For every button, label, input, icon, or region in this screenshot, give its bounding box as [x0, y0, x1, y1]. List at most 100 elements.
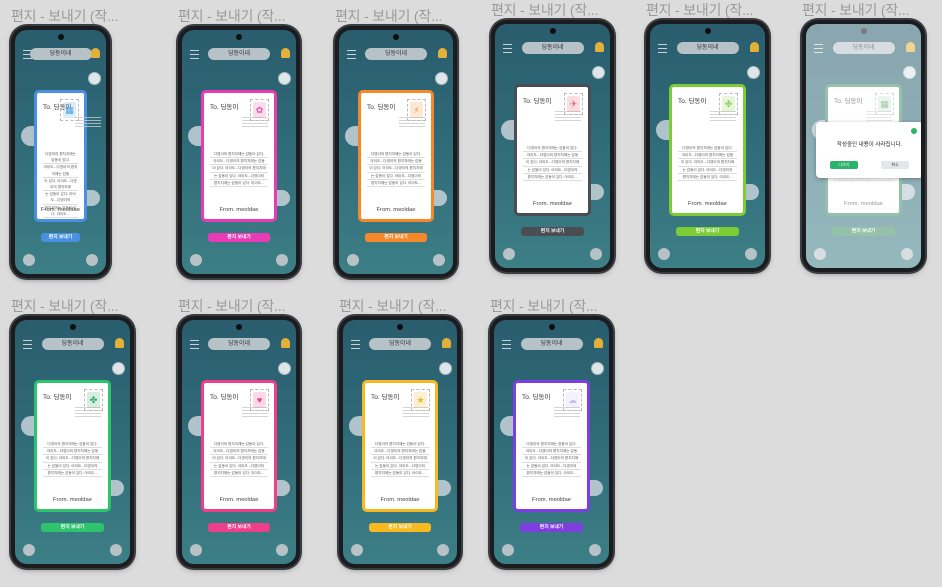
bell-icon[interactable]	[595, 42, 604, 52]
stamp-slot[interactable]: ⚡	[407, 99, 426, 121]
frame-title[interactable]: 편지 - 보내기 (작...	[491, 0, 598, 20]
send-letter-button[interactable]: 편지 보내기	[365, 233, 427, 242]
hamburger-menu-icon[interactable]	[351, 340, 360, 349]
frame-title[interactable]: 편지 - 보내기 (작...	[11, 296, 118, 316]
hamburger-menu-icon[interactable]	[502, 340, 511, 349]
artboard-frame[interactable]: 편지 - 보내기 (작... 딩동이네 To. 딩동이 ⚡ 다영이의 편지지에는…	[335, 6, 457, 288]
chat-icon[interactable]	[437, 544, 449, 556]
stamp-slot[interactable]: ★	[411, 389, 430, 411]
app-screen: 딩동이네 To. 딩동이 ⚡ 다영이의 편지지에는 감동이 있다. 아이도...다…	[339, 30, 453, 274]
artboard-frame[interactable]: 편지 - 보내기 (작... 딩동이네 To. 딩동이 ☁ 다영이의 편지지에는…	[490, 296, 613, 578]
bell-icon[interactable]	[91, 48, 100, 58]
side-action-icon[interactable]	[439, 362, 452, 375]
chat-icon[interactable]	[110, 544, 122, 556]
frame-title[interactable]: 편지 - 보내기 (작...	[178, 6, 285, 26]
frame-title[interactable]: 편지 - 보내기 (작...	[11, 6, 118, 26]
artboard-frame[interactable]: 편지 - 보내기 (작... 딩동이네 To. 딩동이 ✤ 다영이의 편지지에는…	[11, 296, 134, 578]
side-action-icon[interactable]	[278, 72, 291, 85]
book-icon[interactable]	[190, 544, 202, 556]
send-letter-button[interactable]: 편지 보내기	[41, 233, 80, 242]
side-action-icon[interactable]	[88, 72, 101, 85]
stamp-slot[interactable]: ✿	[250, 99, 269, 121]
frame-title[interactable]: 편지 - 보내기 (작...	[802, 0, 909, 20]
hamburger-menu-icon[interactable]	[503, 44, 512, 53]
bell-icon[interactable]	[442, 338, 451, 348]
frame-title[interactable]: 편지 - 보내기 (작...	[646, 0, 753, 20]
book-icon[interactable]	[351, 544, 363, 556]
side-action-icon[interactable]	[592, 66, 605, 79]
side-action-icon[interactable]	[278, 362, 291, 375]
book-icon[interactable]	[658, 248, 670, 260]
letter-body[interactable]: 다영이의 편지지에는 감동이 있다.아이도...다영이의 편지지에는 감동이 있…	[371, 441, 429, 478]
artboard-frame[interactable]: 편지 - 보내기 (작... 딩동이네 To. 딩동이 ✈ 다영이의 편지지에는…	[491, 0, 614, 282]
artboard-frame[interactable]: 편지 - 보내기 (작... 딩동이네 To. 딩동이 ▦	[11, 6, 118, 288]
frame-title[interactable]: 편지 - 보내기 (작...	[490, 296, 597, 316]
chat-icon[interactable]	[276, 254, 288, 266]
stamp-slot[interactable]: ♥	[250, 389, 269, 411]
send-letter-button[interactable]: 편지 보내기	[208, 233, 270, 242]
top-bar: 딩동이네	[182, 337, 296, 351]
letter-body[interactable]: 다영이의 편지지에는 감동이 있다.아이도...다영이의 편지지에는 감동이 있…	[522, 441, 581, 478]
letter-body[interactable]: 다영이의 편지지에는 감동이 있다.아이도...다영이의 편지지에는 감동이 있…	[523, 145, 582, 182]
chat-icon[interactable]	[86, 254, 98, 266]
frame-title[interactable]: 편지 - 보내기 (작...	[339, 296, 446, 316]
bell-icon[interactable]	[750, 42, 759, 52]
bell-icon[interactable]	[594, 338, 603, 348]
leave-button[interactable]: 나가기	[830, 161, 858, 169]
bell-icon[interactable]	[281, 48, 290, 58]
chat-icon[interactable]	[276, 544, 288, 556]
bell-icon[interactable]	[438, 48, 447, 58]
chat-icon[interactable]	[589, 544, 601, 556]
book-icon[interactable]	[190, 254, 202, 266]
side-action-icon[interactable]	[435, 72, 448, 85]
letter-line: 편지지에는 감동이 있다. 아이도...	[367, 180, 425, 188]
send-letter-button[interactable]: 편지 보내기	[41, 523, 104, 532]
letter-line: 다영이의 편지지에는 감동이 있다.	[522, 441, 581, 449]
book-icon[interactable]	[23, 544, 35, 556]
bell-icon[interactable]	[281, 338, 290, 348]
send-letter-button[interactable]: 편지 보내기	[521, 227, 584, 236]
side-action-icon[interactable]	[747, 66, 760, 79]
stamp-slot[interactable]: ☁	[563, 389, 582, 411]
stamp-slot[interactable]: ✤	[719, 93, 738, 115]
book-icon[interactable]	[347, 254, 359, 266]
side-action-icon[interactable]	[591, 362, 604, 375]
hamburger-menu-icon[interactable]	[190, 50, 199, 59]
chat-icon[interactable]	[433, 254, 445, 266]
frame-title[interactable]: 편지 - 보내기 (작...	[335, 6, 442, 26]
stamp-slot[interactable]: ✈	[564, 93, 583, 115]
cancel-button[interactable]: 취소	[881, 161, 909, 169]
book-icon[interactable]	[503, 248, 515, 260]
letter-sender: From. meoldae	[533, 201, 572, 207]
letter-body[interactable]: 다영이의 편지지에는 감동이 있다.아이도...다영이의 편지지에는 감동이 있…	[43, 441, 102, 478]
frame-title[interactable]: 편지 - 보내기 (작...	[178, 296, 285, 316]
bell-icon[interactable]	[115, 338, 124, 348]
hamburger-menu-icon[interactable]	[658, 44, 667, 53]
send-letter-button[interactable]: 편지 보내기	[369, 523, 431, 532]
letter-body[interactable]: 다영이의 편지지에는 감동이 있다.아이도...다영이의 편지지에는 감동이 있…	[210, 441, 268, 478]
send-letter-button[interactable]: 편지 보내기	[520, 523, 583, 532]
artboard-frame[interactable]: 편지 - 보내기 (작... 딩동이네 To. 딩동이 ★ 다영이의 편지지에는…	[339, 296, 461, 578]
stamp-slot[interactable]: ✤	[84, 389, 103, 411]
artboard-frame[interactable]: 편지 - 보내기 (작... 딩동이네 To. 딩동이 ▦	[802, 0, 925, 282]
chat-icon[interactable]	[590, 248, 602, 260]
stamp-slot[interactable]: ▦	[60, 99, 79, 121]
letter-sender: From. meoldae	[688, 201, 727, 207]
side-action-icon[interactable]	[112, 362, 125, 375]
chat-icon[interactable]	[745, 248, 757, 260]
book-icon[interactable]	[502, 544, 514, 556]
hamburger-menu-icon[interactable]	[23, 340, 32, 349]
letter-body[interactable]: 다영이의 편지지에는 감동이 있다.아이도...다영이의 편지지에는 감동이 있…	[367, 151, 425, 188]
phone-mockup: 딩동이네 To. 딩동이 ☁ 다영이의 편지지에는 감동이 있다. 아이도...다…	[490, 316, 613, 568]
send-letter-button[interactable]: 편지 보내기	[208, 523, 270, 532]
artboard-frame[interactable]: 편지 - 보내기 (작... 딩동이네 To. 딩동이 ✤ 다영이의 편지지에는…	[646, 0, 769, 282]
letter-body[interactable]: 다영이의 편지지에는 감동이 있다.아이도...다영이의 편지지에는 감동이 있…	[210, 151, 268, 188]
letter-line: 이 있다. 아이도...다영이의 편지지에	[210, 455, 268, 463]
hamburger-menu-icon[interactable]	[347, 50, 356, 59]
book-icon[interactable]	[23, 254, 35, 266]
letter-body[interactable]: 다영이의 편지지에는 감동이 있다.아이도...다영이의 편지지에는 감동이 있…	[678, 145, 737, 182]
send-letter-button[interactable]: 편지 보내기	[676, 227, 739, 236]
hamburger-menu-icon[interactable]	[190, 340, 199, 349]
artboard-frame[interactable]: 편지 - 보내기 (작... 딩동이네 To. 딩동이 ✿ 다영이의 편지지에는…	[178, 6, 300, 288]
artboard-frame[interactable]: 편지 - 보내기 (작... 딩동이네 To. 딩동이 ♥ 다영이의 편지지에는…	[178, 296, 300, 578]
